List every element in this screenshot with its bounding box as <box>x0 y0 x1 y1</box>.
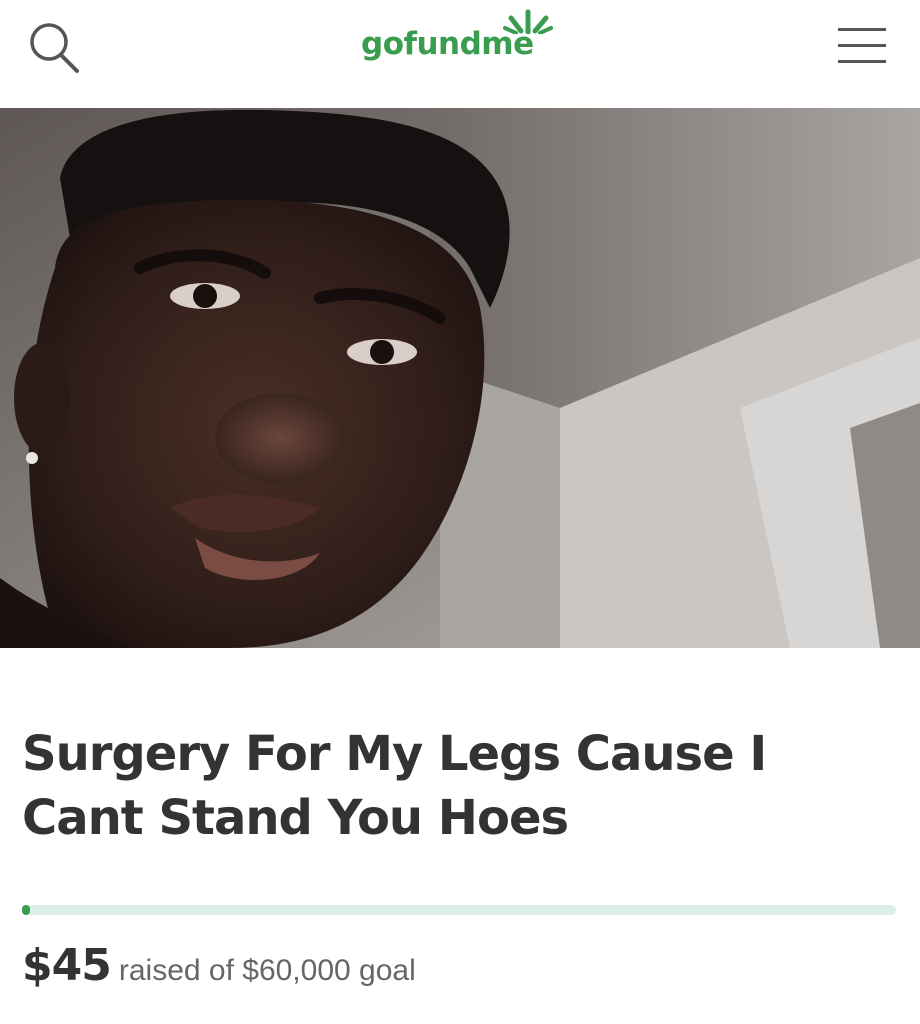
amount-raised: $45 <box>22 940 112 991</box>
campaign-title: Surgery For My Legs Cause I Cant Stand Y… <box>22 726 767 846</box>
campaign-hero-image[interactable] <box>0 108 920 648</box>
campaign-page: gofundme Surgery For My Legs Cause I Can… <box>0 0 920 1024</box>
menu-button[interactable] <box>836 24 888 68</box>
funding-summary: $45 raised of $60,000 goal <box>22 940 416 1000</box>
hamburger-menu-icon <box>838 28 886 63</box>
logo-sunburst-icon <box>503 9 553 34</box>
search-button[interactable] <box>22 18 92 74</box>
top-nav-bar: gofundme <box>0 0 920 108</box>
gofundme-logo[interactable]: gofundme <box>355 4 565 74</box>
progress-bar <box>22 905 896 915</box>
goal-text: raised of $60,000 goal <box>118 954 416 987</box>
search-icon <box>30 23 79 73</box>
campaign-photo <box>0 108 920 648</box>
progress-bar-fill <box>22 905 30 915</box>
